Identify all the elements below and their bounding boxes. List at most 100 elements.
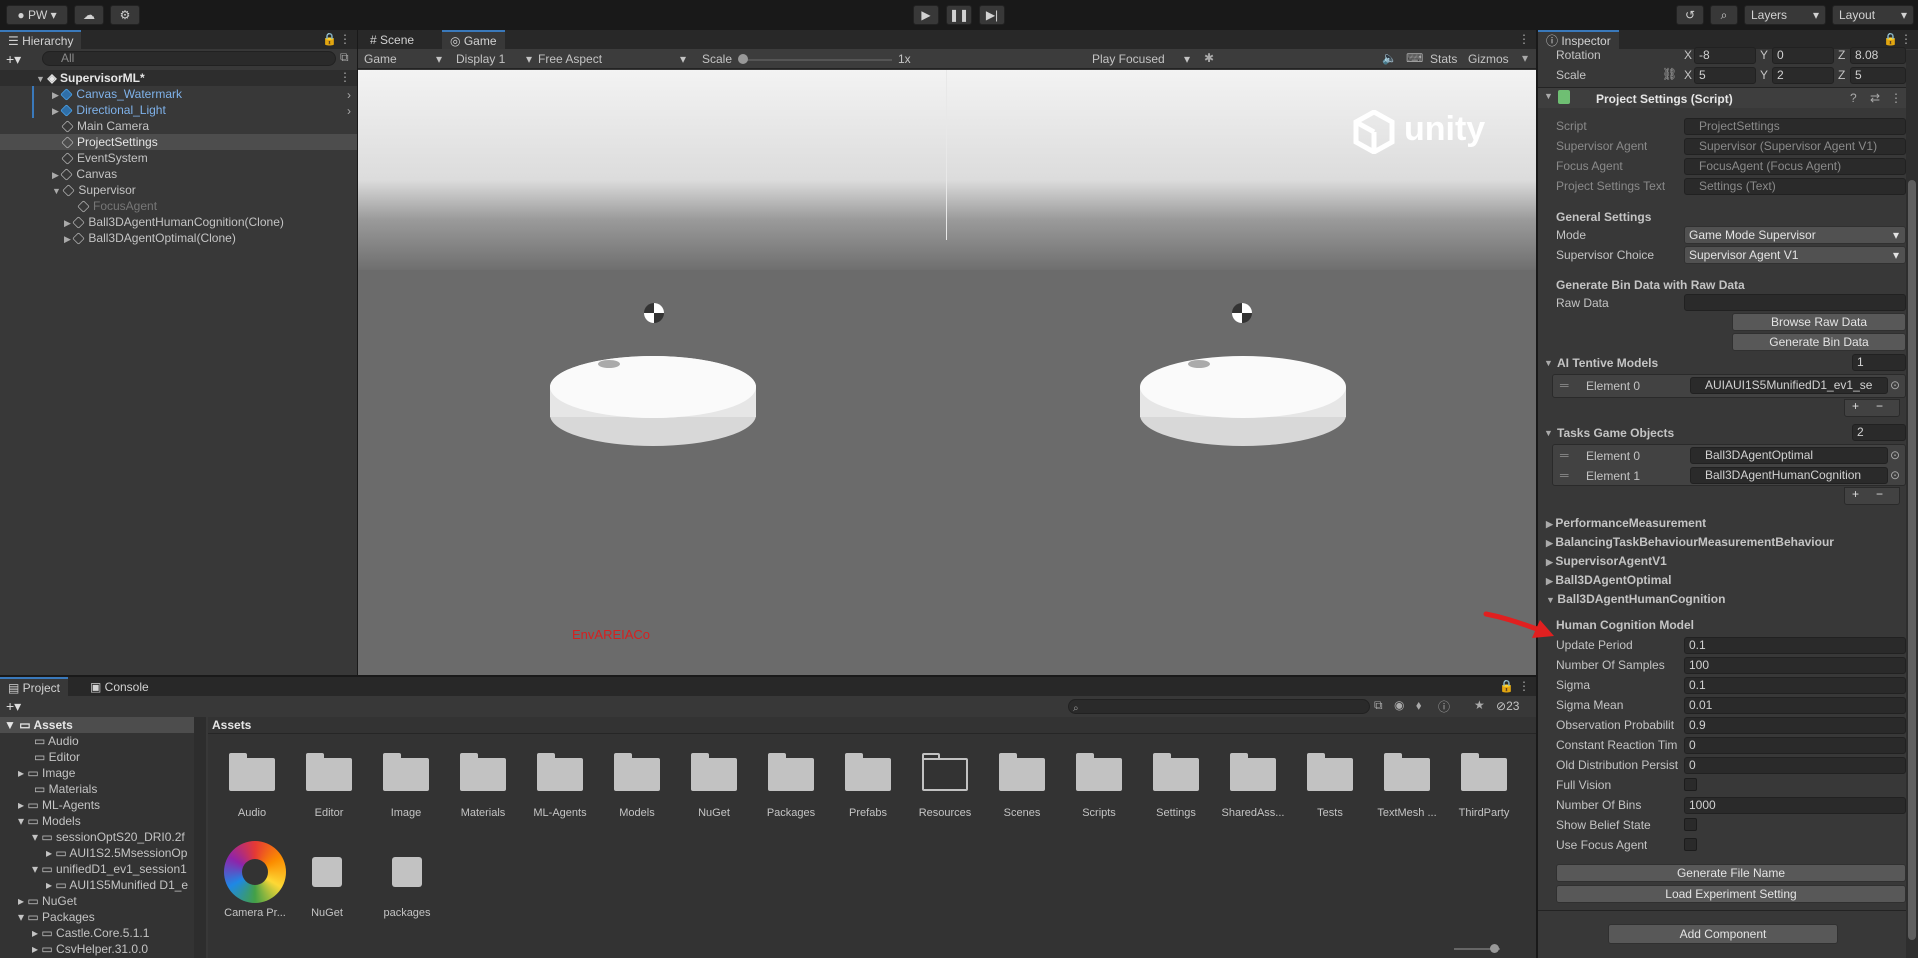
game-viewport[interactable]: unity EnvAREIACo xyxy=(358,70,1536,675)
hierarchy-item[interactable]: ▶ Directional_Light xyxy=(52,102,166,118)
folder-icon[interactable] xyxy=(1305,751,1355,791)
number-of-bins-field[interactable]: 1000 xyxy=(1684,797,1906,814)
ai-models-count[interactable]: 1 xyxy=(1852,354,1906,371)
tab-scene[interactable]: # Scene xyxy=(362,30,422,49)
supervisor-agent-field[interactable]: Supervisor (Supervisor Agent V1) xyxy=(1684,138,1906,155)
folder-icon[interactable] xyxy=(1382,751,1432,791)
more-icon[interactable]: ⋮ xyxy=(1518,32,1530,46)
generate-bin-data-button[interactable]: Generate Bin Data xyxy=(1732,333,1906,351)
folder-icon[interactable] xyxy=(766,751,816,791)
hierarchy-item[interactable]: ▶ Ball3DAgentHumanCognition(Clone) xyxy=(64,214,284,230)
info-icon[interactable]: ⓘ xyxy=(1438,698,1450,715)
tab-hierarchy[interactable]: ☰ Hierarchy xyxy=(0,30,82,49)
focus-agent-field[interactable]: FocusAgent (Focus Agent) xyxy=(1684,158,1906,175)
hcm-field[interactable]: 100 xyxy=(1684,657,1906,674)
hcm-field[interactable]: 0.9 xyxy=(1684,717,1906,734)
package-icon[interactable] xyxy=(312,857,342,887)
chevron-right-icon[interactable]: › xyxy=(347,88,351,102)
hcm-field[interactable]: 0 xyxy=(1684,737,1906,754)
history-icon[interactable]: ↺ xyxy=(1676,5,1704,25)
stats-toggle[interactable]: Stats xyxy=(1430,51,1457,67)
ai-model-element-0[interactable]: AUIAUI1S5MunifiedD1_ev1_se xyxy=(1690,377,1888,394)
tasks-count[interactable]: 2 xyxy=(1852,424,1906,441)
layers-dropdown[interactable]: Layers ▾ xyxy=(1744,5,1826,25)
rotation-y-field[interactable]: 0 xyxy=(1772,47,1834,64)
foldout-balancing[interactable]: ▶ BalancingTaskBehaviourMeasurementBehav… xyxy=(1546,534,1834,550)
tab-console[interactable]: ▣ Console xyxy=(82,677,157,696)
load-experiment-button[interactable]: Load Experiment Setting xyxy=(1556,885,1906,903)
play-focused-dropdown[interactable]: Play Focused ▾ xyxy=(1092,51,1194,67)
hierarchy-item[interactable]: Main Camera xyxy=(61,118,149,134)
tree-item[interactable]: ▸ ▭ NuGet xyxy=(18,893,77,909)
object-picker-icon[interactable]: ⊙ xyxy=(1890,378,1900,392)
star-icon[interactable]: ★ xyxy=(1474,698,1485,712)
label-icon[interactable]: ⬧ xyxy=(1416,698,1421,713)
remove-element-button[interactable]: − xyxy=(1876,487,1883,501)
package-icon[interactable] xyxy=(392,857,422,887)
drag-handle-icon[interactable]: ═ xyxy=(1560,468,1569,482)
hcm-field[interactable]: 0.1 xyxy=(1684,677,1906,694)
folder-icon[interactable] xyxy=(1074,751,1124,791)
project-search-input[interactable]: ⌕ xyxy=(1068,699,1370,714)
tree-item[interactable]: ▸ ▭ ML-Agents xyxy=(18,797,100,813)
type-filter-icon[interactable]: ◉ xyxy=(1394,698,1404,712)
hcm-field[interactable]: 0 xyxy=(1684,757,1906,774)
more-icon[interactable]: ⋮ xyxy=(1890,91,1902,105)
task-element-1[interactable]: Ball3DAgentHumanCognition xyxy=(1690,467,1888,484)
bug-icon[interactable]: ✱ xyxy=(1204,51,1214,65)
keyboard-icon[interactable]: ⌨ xyxy=(1406,51,1423,65)
preset-icon[interactable]: ⇄ xyxy=(1870,91,1880,105)
hcm-field[interactable]: 0.01 xyxy=(1684,697,1906,714)
drag-handle-icon[interactable]: ═ xyxy=(1560,378,1569,392)
folder-icon[interactable] xyxy=(612,751,662,791)
filter-icon[interactable]: ⧉ xyxy=(340,50,349,65)
account-dropdown[interactable]: ● PW ▾ xyxy=(6,5,68,25)
add-element-button[interactable]: + xyxy=(1852,399,1859,413)
aspect-dropdown[interactable]: Free Aspect ▾ xyxy=(538,51,690,67)
tree-item[interactable]: ▸ ▭ Image xyxy=(18,765,75,781)
foldout-ball-optimal[interactable]: ▶ Ball3DAgentOptimal xyxy=(1546,572,1671,588)
more-icon[interactable]: ⋮ xyxy=(1900,32,1912,46)
rotation-x-field[interactable]: -8 xyxy=(1694,47,1756,64)
settings-text-field[interactable]: Settings (Text) xyxy=(1684,178,1906,195)
mode-dropdown[interactable]: Game Mode Supervisor ▾ xyxy=(1684,226,1906,244)
tree-item[interactable]: ▾ ▭ Packages xyxy=(18,909,95,925)
folder-icon[interactable] xyxy=(1151,751,1201,791)
folder-icon[interactable] xyxy=(304,751,354,791)
hierarchy-item-disabled[interactable]: FocusAgent xyxy=(77,198,157,214)
tree-item[interactable]: ▾ ▭ sessionOptS20_DRI0.2f xyxy=(32,829,192,845)
scale-slider-handle[interactable] xyxy=(738,54,748,64)
hcm-field[interactable]: 0.1 xyxy=(1684,637,1906,654)
tab-game[interactable]: ◎ Game xyxy=(442,30,505,49)
scale-z-field[interactable]: 5 xyxy=(1850,67,1906,84)
scene-root[interactable]: ▼ ◈ SupervisorML* xyxy=(36,70,145,86)
hierarchy-item-selected[interactable]: ProjectSettings xyxy=(61,134,158,150)
folder-icon[interactable] xyxy=(1228,751,1278,791)
show-belief-checkbox[interactable] xyxy=(1684,818,1697,831)
breadcrumb[interactable]: Assets xyxy=(212,717,251,733)
tree-item[interactable]: ▾ ▭ unifiedD1_ev1_session1 xyxy=(32,861,192,877)
more-icon[interactable]: ⋮ xyxy=(1518,679,1530,693)
search-icon[interactable]: ⌕ xyxy=(1710,5,1738,25)
supervisor-choice-dropdown[interactable]: Supervisor Agent V1 ▾ xyxy=(1684,246,1906,264)
hierarchy-item[interactable]: ▶ Canvas xyxy=(52,166,117,182)
game-view-dropdown[interactable]: Game ▾ xyxy=(364,51,444,67)
folder-icon[interactable] xyxy=(458,751,508,791)
tree-item[interactable]: ▸ ▭ AUI1S2.5MsessionOp xyxy=(46,845,192,861)
add-element-button[interactable]: + xyxy=(1852,487,1859,501)
more-icon[interactable]: ⋮ xyxy=(339,32,351,46)
tree-item[interactable]: ▼ ▭ Assets xyxy=(4,717,73,733)
filter-icon[interactable]: ⧉ xyxy=(1374,698,1383,713)
lock-icon[interactable]: 🔒 xyxy=(1883,32,1898,46)
play-button[interactable]: ▶ xyxy=(913,5,939,25)
object-picker-icon[interactable]: ⊙ xyxy=(1890,448,1900,462)
scene-more-icon[interactable]: ⋮ xyxy=(339,70,351,84)
hierarchy-item[interactable]: ▼ Supervisor xyxy=(52,182,136,198)
rotation-z-field[interactable]: 8.08 xyxy=(1850,47,1906,64)
foldout-icon[interactable]: ▼ xyxy=(1544,91,1553,101)
drag-handle-icon[interactable]: ═ xyxy=(1560,448,1569,462)
folder-icon[interactable] xyxy=(535,751,585,791)
folder-icon[interactable] xyxy=(843,751,893,791)
scale-y-field[interactable]: 2 xyxy=(1772,67,1834,84)
display-dropdown[interactable]: Display 1 ▾ xyxy=(456,51,536,67)
